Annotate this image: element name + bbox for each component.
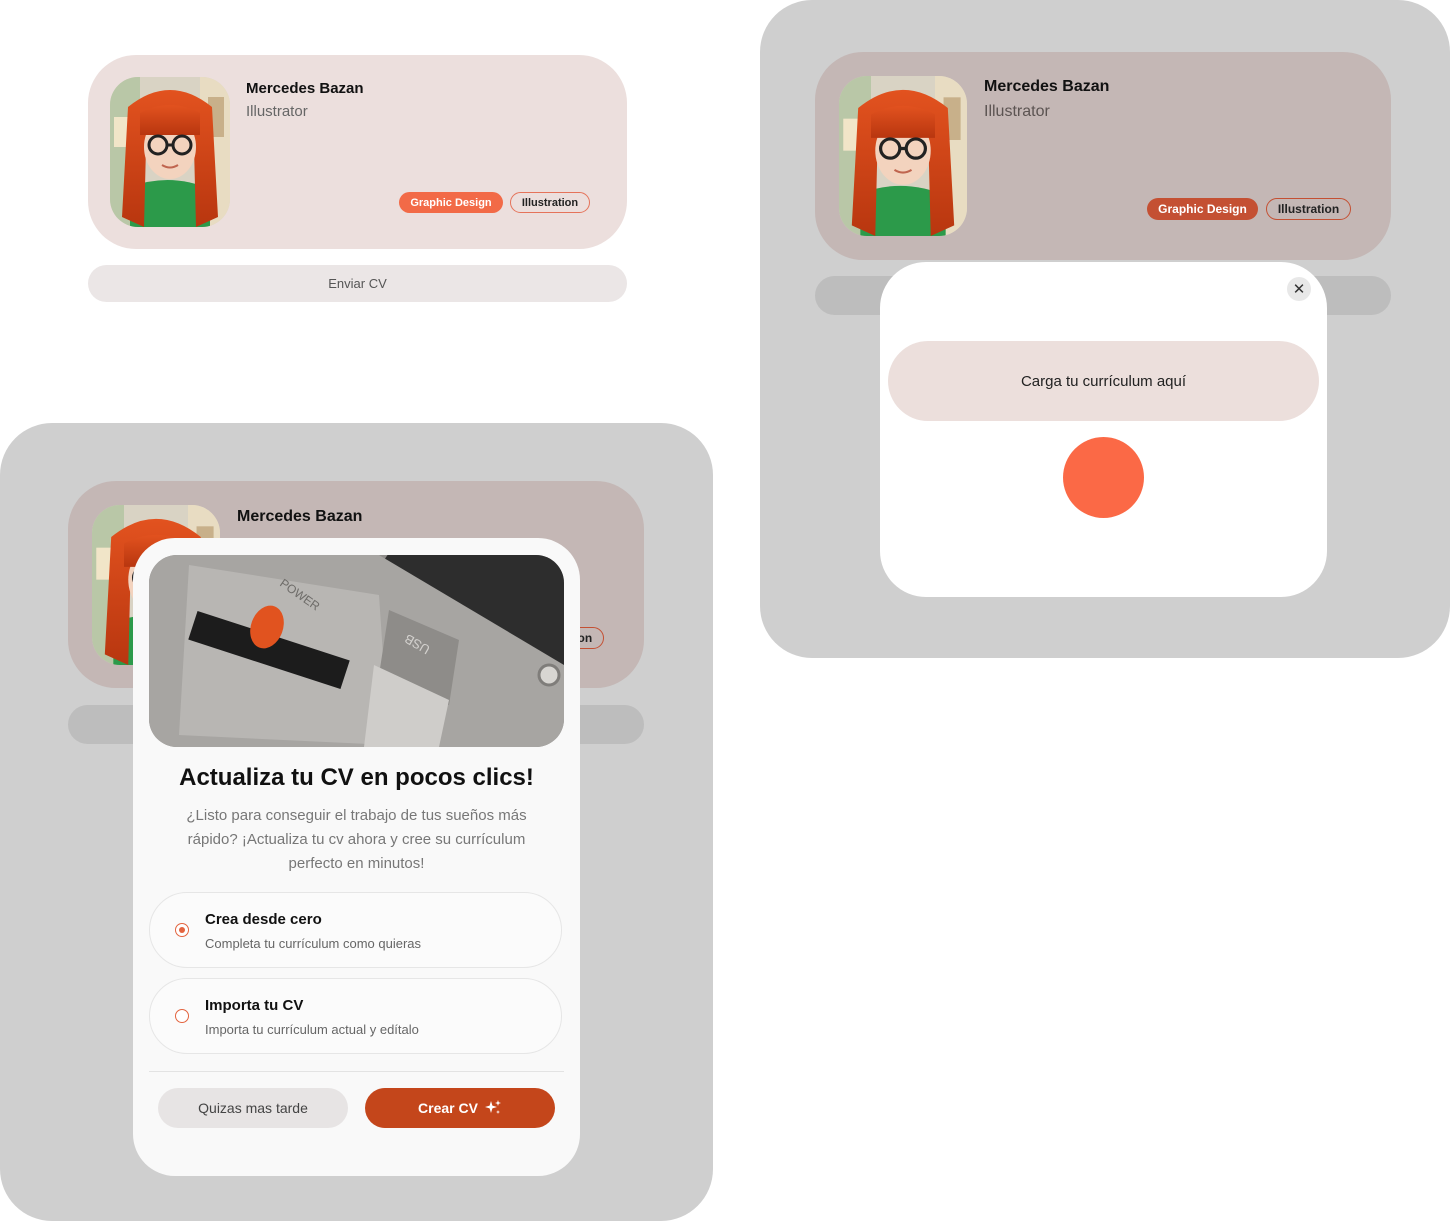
create-cv-label: Crear CV xyxy=(418,1100,478,1116)
tag-graphic-design[interactable]: Graphic Design xyxy=(399,192,503,213)
upload-modal: ✕ Carga tu currículum aquí xyxy=(880,262,1327,597)
cv-modal-title: Actualiza tu CV en pocos clics! xyxy=(179,764,534,791)
profile-card: Mercedes Bazan Illustrator Graphic Desig… xyxy=(88,55,627,249)
radio-selected[interactable] xyxy=(175,923,189,937)
option-subtitle: Completa tu currículum como quieras xyxy=(205,936,422,951)
option-import-cv[interactable]: Importa tu CV Importa tu currículum actu… xyxy=(149,978,562,1054)
profile-name: Mercedes Bazan xyxy=(246,80,364,97)
avatar xyxy=(110,77,230,227)
send-cv-button[interactable]: Enviar CV xyxy=(88,265,627,302)
tag-graphic-design[interactable]: Graphic Design xyxy=(1147,198,1258,220)
option-title: Importa tu CV xyxy=(205,997,304,1014)
avatar xyxy=(839,76,967,236)
tag-illustration[interactable]: Illustration xyxy=(1266,198,1351,220)
close-icon[interactable]: ✕ xyxy=(1287,277,1311,301)
profile-name: Mercedes Bazan xyxy=(237,508,363,525)
tag-illustration[interactable]: Illustration xyxy=(510,192,590,213)
profile-name: Mercedes Bazan xyxy=(984,78,1110,95)
divider xyxy=(149,1071,564,1072)
upload-button[interactable] xyxy=(1063,437,1144,518)
profile-role: Illustrator xyxy=(246,103,308,120)
option-title: Crea desde cero xyxy=(205,911,322,928)
cv-modal: POWER USB Actualiza tu CV en pocos clics… xyxy=(133,538,580,1176)
cv-modal-description: ¿Listo para conseguir el trabajo de tus … xyxy=(186,807,527,872)
profile-card-dimmed: Mercedes Bazan Illustrator Graphic Desig… xyxy=(815,52,1391,260)
upload-dropzone[interactable]: Carga tu currículum aquí xyxy=(888,341,1319,421)
hero-image: POWER USB xyxy=(149,555,564,747)
option-create-from-scratch[interactable]: Crea desde cero Completa tu currículum c… xyxy=(149,892,562,968)
create-cv-button[interactable]: Crear CV xyxy=(365,1088,555,1128)
radio-unselected[interactable] xyxy=(175,1009,189,1023)
profile-role: Illustrator xyxy=(984,103,1050,120)
sparkle-icon xyxy=(484,1099,502,1117)
option-subtitle: Importa tu currículum actual y edítalo xyxy=(205,1022,419,1037)
later-button[interactable]: Quizas mas tarde xyxy=(158,1088,348,1128)
